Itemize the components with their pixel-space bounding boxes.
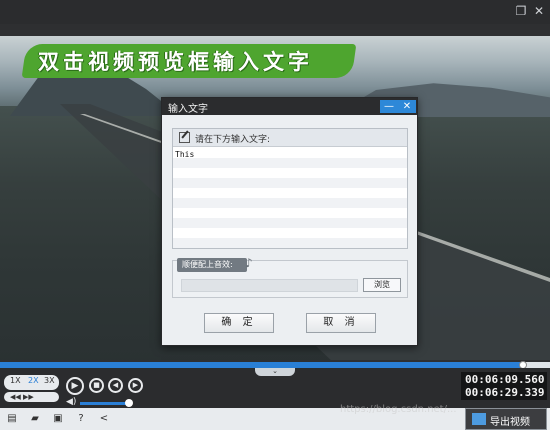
text-input-value: This [175,150,195,159]
cancel-button[interactable]: 取 消 [306,313,376,333]
music-note-icon: ♪ [245,256,253,270]
close-icon[interactable]: ✕ [398,100,416,113]
speed-option[interactable]: 1X [10,376,21,385]
volume-slider[interactable] [80,399,134,407]
time-display: 00:06:09.560 00:06:29.339 [461,372,547,400]
text-input-area[interactable]: This [173,148,407,248]
export-video-button[interactable]: 导出视频 [465,408,547,430]
ok-button[interactable]: 确 定 [204,313,274,333]
restore-icon[interactable]: ❐ [514,4,528,18]
edit-icon [179,132,190,143]
seek-buttons[interactable]: ◀◀ ▶▶ [4,392,59,402]
browse-button[interactable]: 浏览 [363,278,401,292]
export-icon [472,413,486,425]
minimize-icon[interactable]: — [380,100,398,113]
current-time: 00:06:09.560 [465,373,545,386]
window-title-bar: ❐ ✕ [0,0,550,24]
stop-icon[interactable]: ■ [89,378,104,393]
sound-effect-panel: 顺便配上音效: ♪ 浏览 [172,256,408,298]
text-panel-header: 请在下方输入文字: [173,129,407,147]
dialog-title: 输入文字 [168,104,208,115]
volume-fill [80,402,130,405]
hint-banner-text: 双击视频预览框输入文字 [38,50,313,74]
close-icon[interactable]: ✕ [532,4,546,18]
speed-option-selected[interactable]: 2X [28,376,39,385]
play-icon[interactable]: ▶ [66,377,84,395]
next-frame-icon[interactable]: ▶ [128,378,143,393]
previous-frame-icon[interactable]: ◀ [108,378,123,393]
text-panel-label: 请在下方输入文字: [195,135,271,145]
export-video-label: 导出视频 [490,417,530,428]
total-time: 00:06:29.339 [465,386,545,399]
sound-file-path-field[interactable] [181,279,358,292]
seek-label: ◀◀ ▶▶ [10,393,34,401]
watermark: https://blog.csdn.net/... [340,404,457,415]
open-folder-icon[interactable]: ▰ [29,413,41,425]
chevron-down-icon[interactable]: ⌄ [255,368,295,376]
text-input-panel: 请在下方输入文字: This [172,128,408,249]
help-icon[interactable]: ? [75,413,87,425]
input-text-dialog: 输入文字 — ✕ 请在下方输入文字: This 顺便配上音效: ♪ 浏览 确 定… [161,97,418,346]
speed-option[interactable]: 3X [44,376,55,385]
speed-selector: 1X 2X 3X [4,375,59,390]
new-project-icon[interactable]: ▤ [6,413,18,425]
save-icon[interactable]: ▣ [52,413,64,425]
sound-effect-label: 顺便配上音效: [177,258,247,272]
share-icon[interactable]: < [98,413,110,425]
volume-icon[interactable]: ◀) [66,397,76,407]
dialog-title-bar[interactable]: 输入文字 — ✕ [162,98,417,115]
